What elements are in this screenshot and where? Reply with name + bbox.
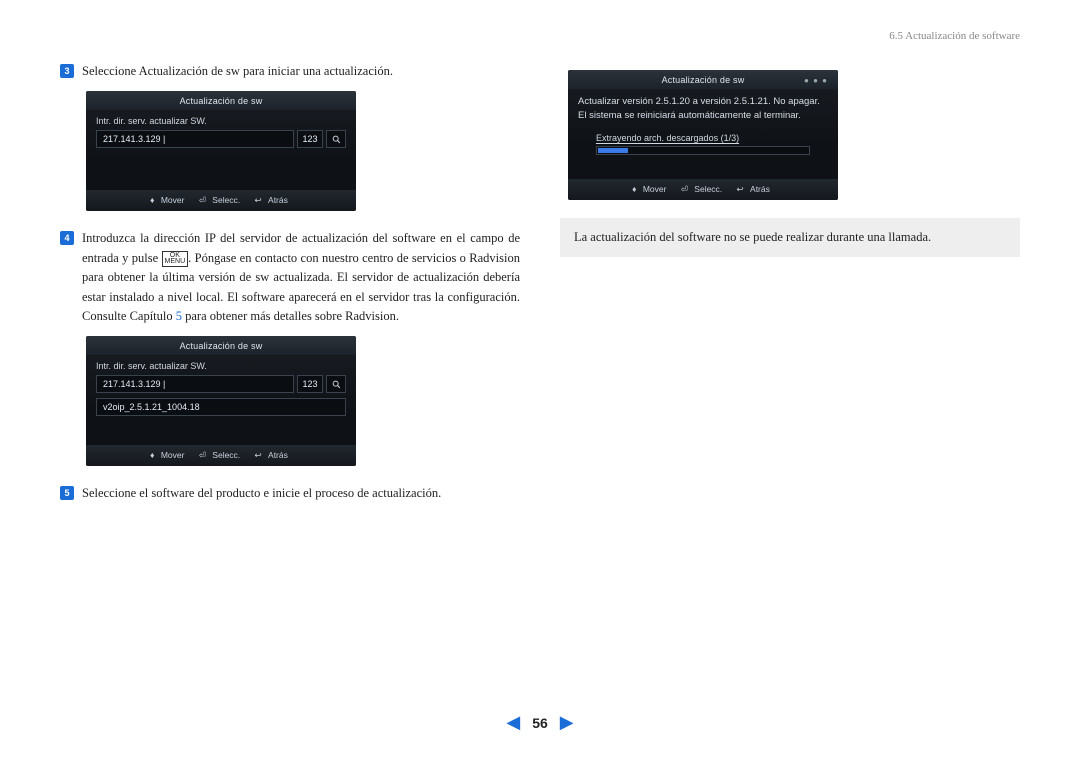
ss-c-progress-bar [596, 146, 810, 155]
ss-b-version-item[interactable]: v2oip_2.5.1.21_1004.18 [96, 398, 346, 416]
move-hint: ♦ Mover [632, 184, 670, 194]
ss-b-title: Actualización de sw [86, 336, 356, 355]
left-column: 3 Seleccione Actualización de sw para in… [60, 62, 520, 514]
step-3-text: Seleccione Actualización de sw para inic… [82, 62, 393, 81]
step-5-text: Seleccione el software del producto e in… [82, 484, 441, 503]
ss-a-input-row: 217.141.3.129 | 123 [96, 130, 346, 148]
screenshot-sw-update-entry: Actualización de sw Intr. dir. serv. act… [86, 91, 356, 211]
ss-b-mode-indicator: 123 [297, 375, 323, 393]
step-5: 5 Seleccione el software del producto e … [60, 484, 520, 503]
prev-page-icon[interactable]: ◀ [506, 712, 520, 733]
ss-c-body: Actualizar versión 2.5.1.20 a versión 2.… [568, 89, 838, 179]
ss-c-progress-label: Extrayendo arch. descargados (1/3) [596, 133, 810, 143]
note-text: La actualización del software no se pued… [574, 230, 931, 244]
page-number: 56 [532, 715, 548, 731]
note-box: La actualización del software no se pued… [560, 218, 1020, 257]
pager: ◀ 56 ▶ [506, 712, 573, 733]
right-column: Actualización de sw ● ● ● Actualizar ver… [560, 62, 1020, 514]
screenshot-sw-update-progress: Actualización de sw ● ● ● Actualizar ver… [568, 70, 838, 200]
ss-b-input-row: 217.141.3.129 | 123 [96, 375, 346, 393]
ss-a-title: Actualización de sw [86, 91, 356, 110]
section-header: 6.5 Actualización de software [60, 30, 1020, 42]
step-3-badge: 3 [60, 64, 74, 78]
ss-b-body: Intr. dir. serv. actualizar SW. 217.141.… [86, 355, 356, 445]
ss-c-progress: Extrayendo arch. descargados (1/3) [596, 133, 810, 155]
ss-a-mode-indicator: 123 [297, 130, 323, 148]
back-hint: ↩ Atrás [255, 450, 292, 460]
section-header-text: 6.5 Actualización de software [889, 30, 1020, 42]
ss-a-label: Intr. dir. serv. actualizar SW. [96, 116, 346, 126]
move-hint: ♦ Mover [150, 450, 188, 460]
screenshot-sw-update-list: Actualización de sw Intr. dir. serv. act… [86, 336, 356, 466]
step-5-badge: 5 [60, 486, 74, 500]
ss-a-footer: ♦ Mover ⏎ Selecc. ↩ Atrás [86, 190, 356, 211]
step-4-text: Introduzca la dirección IP del servidor … [82, 229, 520, 326]
ss-b-ip-field[interactable]: 217.141.3.129 | [96, 375, 294, 393]
ss-b-label: Intr. dir. serv. actualizar SW. [96, 361, 346, 371]
step-3: 3 Seleccione Actualización de sw para in… [60, 62, 520, 81]
back-hint: ↩ Atrás [255, 195, 292, 205]
select-hint: ⏎ Selecc. [681, 184, 726, 194]
step-4: 4 Introduzca la dirección IP del servido… [60, 229, 520, 326]
ok-menu-icon: OKMENU [162, 251, 189, 267]
ss-a-body: Intr. dir. serv. actualizar SW. 217.141.… [86, 110, 356, 190]
ss-a-ip-field[interactable]: 217.141.3.129 | [96, 130, 294, 148]
search-icon[interactable] [326, 375, 346, 393]
search-icon[interactable] [326, 130, 346, 148]
ss-c-footer: ♦ Mover ⏎ Selecc. ↩ Atrás [568, 179, 838, 200]
ss-c-title: Actualización de sw [568, 70, 838, 89]
move-hint: ♦ Mover [150, 195, 188, 205]
step-4-badge: 4 [60, 231, 74, 245]
ss-c-dots-icon: ● ● ● [804, 76, 828, 85]
select-hint: ⏎ Selecc. [199, 450, 244, 460]
ss-b-footer: ♦ Mover ⏎ Selecc. ↩ Atrás [86, 445, 356, 466]
select-hint: ⏎ Selecc. [199, 195, 244, 205]
ss-c-message: Actualizar versión 2.5.1.20 a versión 2.… [578, 95, 828, 123]
content-columns: 3 Seleccione Actualización de sw para in… [60, 62, 1020, 514]
next-page-icon[interactable]: ▶ [560, 712, 574, 733]
back-hint: ↩ Atrás [737, 184, 774, 194]
